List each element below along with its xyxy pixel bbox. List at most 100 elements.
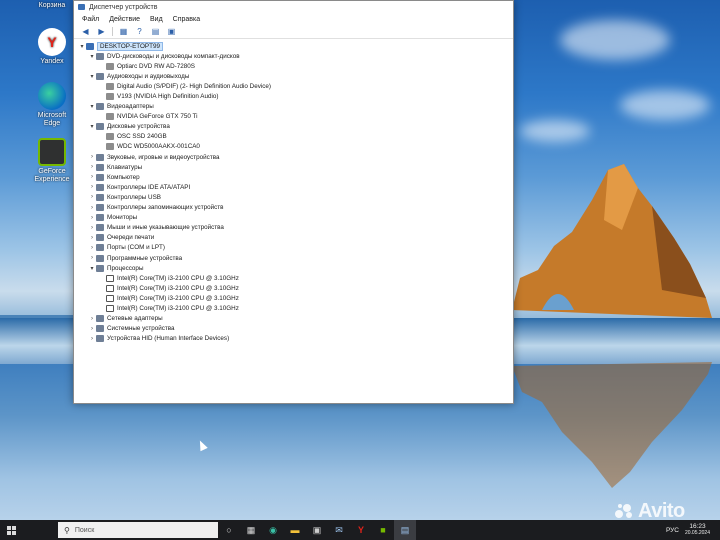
expand-icon[interactable]: › [88,245,96,251]
tree-category-label: Устройства HID (Human Interface Devices) [107,335,230,343]
tree-category-label: Звуковые, игровые и видеоустройства [107,153,220,161]
tree-category[interactable]: › Порты (COM и LPT) [78,243,513,253]
device-tree: ▾ DESKTOP-ETOPT99 ▾ DVD-дисководы и диско… [74,39,513,344]
tree-device[interactable]: Intel(R) Core(TM) i3-2100 CPU @ 3.10GHz [78,293,513,303]
expand-icon[interactable]: › [88,184,96,190]
tree-category[interactable]: › Звуковые, игровые и видеоустройства [78,152,513,162]
device-icon [106,93,114,101]
forward-icon[interactable]: ▶ [96,27,107,37]
expand-icon[interactable]: › [88,205,96,211]
tree-category[interactable]: › Системные устройства [78,324,513,334]
tree-device[interactable]: Intel(R) Core(TM) i3-2100 CPU @ 3.10GHz [78,273,513,283]
properties-icon[interactable]: ▦ [118,27,129,37]
tree-category[interactable]: › Программные устройства [78,253,513,263]
expand-icon[interactable]: › [88,255,96,261]
update-icon[interactable]: ▤ [150,27,161,37]
start-button[interactable] [0,520,22,540]
tree-category[interactable]: › Мониторы [78,213,513,223]
windows-logo-icon [6,525,16,535]
expand-icon[interactable]: › [88,215,96,221]
clock-date: 20.05.2024 [684,530,710,536]
expand-icon[interactable]: › [88,164,96,170]
category-icon [96,315,104,323]
desktop-icon-yandex[interactable]: Y Yandex [30,28,74,66]
tree-category[interactable]: ▾ Процессоры [78,263,513,273]
menu-help[interactable]: Справка [173,16,200,23]
collapse-icon[interactable]: ▾ [88,73,96,80]
collapse-icon[interactable]: ▾ [88,265,96,272]
taskbar-search[interactable]: ⚲ Поиск [58,522,218,538]
tree-device[interactable]: NVIDIA GeForce GTX 750 Ti [78,112,513,122]
tree-category[interactable]: › Мыши и иные указывающие устройства [78,223,513,233]
tree-device-label: NVIDIA GeForce GTX 750 Ti [117,113,198,121]
edge-icon [38,82,66,110]
tree-root[interactable]: ▾ DESKTOP-ETOPT99 [78,41,513,51]
tree-category[interactable]: › Очереди печати [78,233,513,243]
tree-device[interactable]: WDC WD5000AAKX-001CA0 [78,142,513,152]
file-explorer-icon[interactable]: ▬ [284,520,306,540]
tree-device[interactable]: OSC SSD 240GB [78,132,513,142]
desktop-icon-label: Yandex [40,58,64,65]
tree-device[interactable]: Optiarc DVD RW AD-7280S [78,61,513,71]
expand-icon[interactable]: › [88,174,96,180]
desktop-icon-edge[interactable]: Microsoft Edge [30,82,74,128]
cloud [560,20,670,60]
collapse-icon[interactable]: ▾ [88,53,96,60]
tree-category[interactable]: › Компьютер [78,172,513,182]
yandex-taskbar-icon[interactable]: Y [350,520,372,540]
tree-device[interactable]: V193 (NVIDIA High Definition Audio) [78,91,513,101]
expand-icon[interactable]: › [88,326,96,332]
tree-category[interactable]: › Устройства HID (Human Interface Devices… [78,334,513,344]
expand-icon[interactable]: › [88,316,96,322]
tree-category[interactable]: ▾ Видеоадаптеры [78,102,513,112]
menu-action[interactable]: Действие [109,16,140,23]
tree-category[interactable]: › Контроллеры запоминающих устройств [78,203,513,213]
task-view-icon[interactable]: ○ [218,520,240,540]
expand-icon[interactable]: › [88,235,96,241]
help-icon[interactable]: ? [134,27,145,37]
desktop-icon-recycle-bin[interactable]: Корзина [30,2,74,10]
mail-icon[interactable]: ✉ [328,520,350,540]
menu-file[interactable]: Файл [82,16,99,23]
expand-icon[interactable]: › [88,194,96,200]
tree-category[interactable]: ▾ DVD-дисководы и дисководы компакт-диско… [78,51,513,61]
device-manager-taskbar-icon[interactable]: ▤ [394,520,416,540]
collapse-icon[interactable]: ▾ [88,103,96,110]
desktop-icon-geforce[interactable]: GeForce Experience [30,138,74,184]
device-icon [106,62,114,70]
collapse-icon[interactable]: ▾ [88,123,96,130]
expand-icon[interactable]: › [88,225,96,231]
toolbar-separator [112,27,113,36]
tree-category[interactable]: ▾ Аудиовходы и аудиовыходы [78,71,513,81]
tree-device-label: Intel(R) Core(TM) i3-2100 CPU @ 3.10GHz [117,294,239,302]
geforce-taskbar-icon[interactable]: ■ [372,520,394,540]
tree-device-label: Intel(R) Core(TM) i3-2100 CPU @ 3.10GHz [117,284,239,292]
title-bar[interactable]: Диспетчер устройств [74,1,513,13]
tree-category-label: Процессоры [107,264,144,272]
expand-icon[interactable]: › [88,336,96,342]
device-icon [106,274,114,282]
category-icon [96,234,104,242]
tree-category[interactable]: › Контроллеры IDE ATA/ATAPI [78,182,513,192]
tree-category-label: Системные устройства [107,325,175,333]
tree-device[interactable]: Intel(R) Core(TM) i3-2100 CPU @ 3.10GHz [78,303,513,313]
edge-taskbar-icon[interactable]: ◉ [262,520,284,540]
tree-category[interactable]: ▾ Дисковые устройства [78,122,513,132]
clock[interactable]: 16:23 20.05.2024 [685,523,710,537]
tree-category[interactable]: › Клавиатуры [78,162,513,172]
expand-icon[interactable]: › [88,154,96,160]
device-icon [106,113,114,121]
tree-category[interactable]: › Сетевые адаптеры [78,314,513,324]
back-icon[interactable]: ◀ [80,27,91,37]
tree-device[interactable]: Digital Audio (S/PDIF) (2- High Definiti… [78,81,513,91]
language-indicator[interactable]: РУС [666,527,679,534]
menu-view[interactable]: Вид [150,16,163,23]
avito-logo-icon [615,504,632,518]
monitor-icon[interactable]: ▣ [166,27,177,37]
tree-device[interactable]: Intel(R) Core(TM) i3-2100 CPU @ 3.10GHz [78,283,513,293]
tree-category[interactable]: › Контроллеры USB [78,192,513,202]
system-tray: РУС 16:23 20.05.2024 [666,523,720,537]
store-icon[interactable]: ▣ [306,520,328,540]
collapse-icon[interactable]: ▾ [78,43,86,50]
taskbar-app-icon[interactable]: ▦ [240,520,262,540]
